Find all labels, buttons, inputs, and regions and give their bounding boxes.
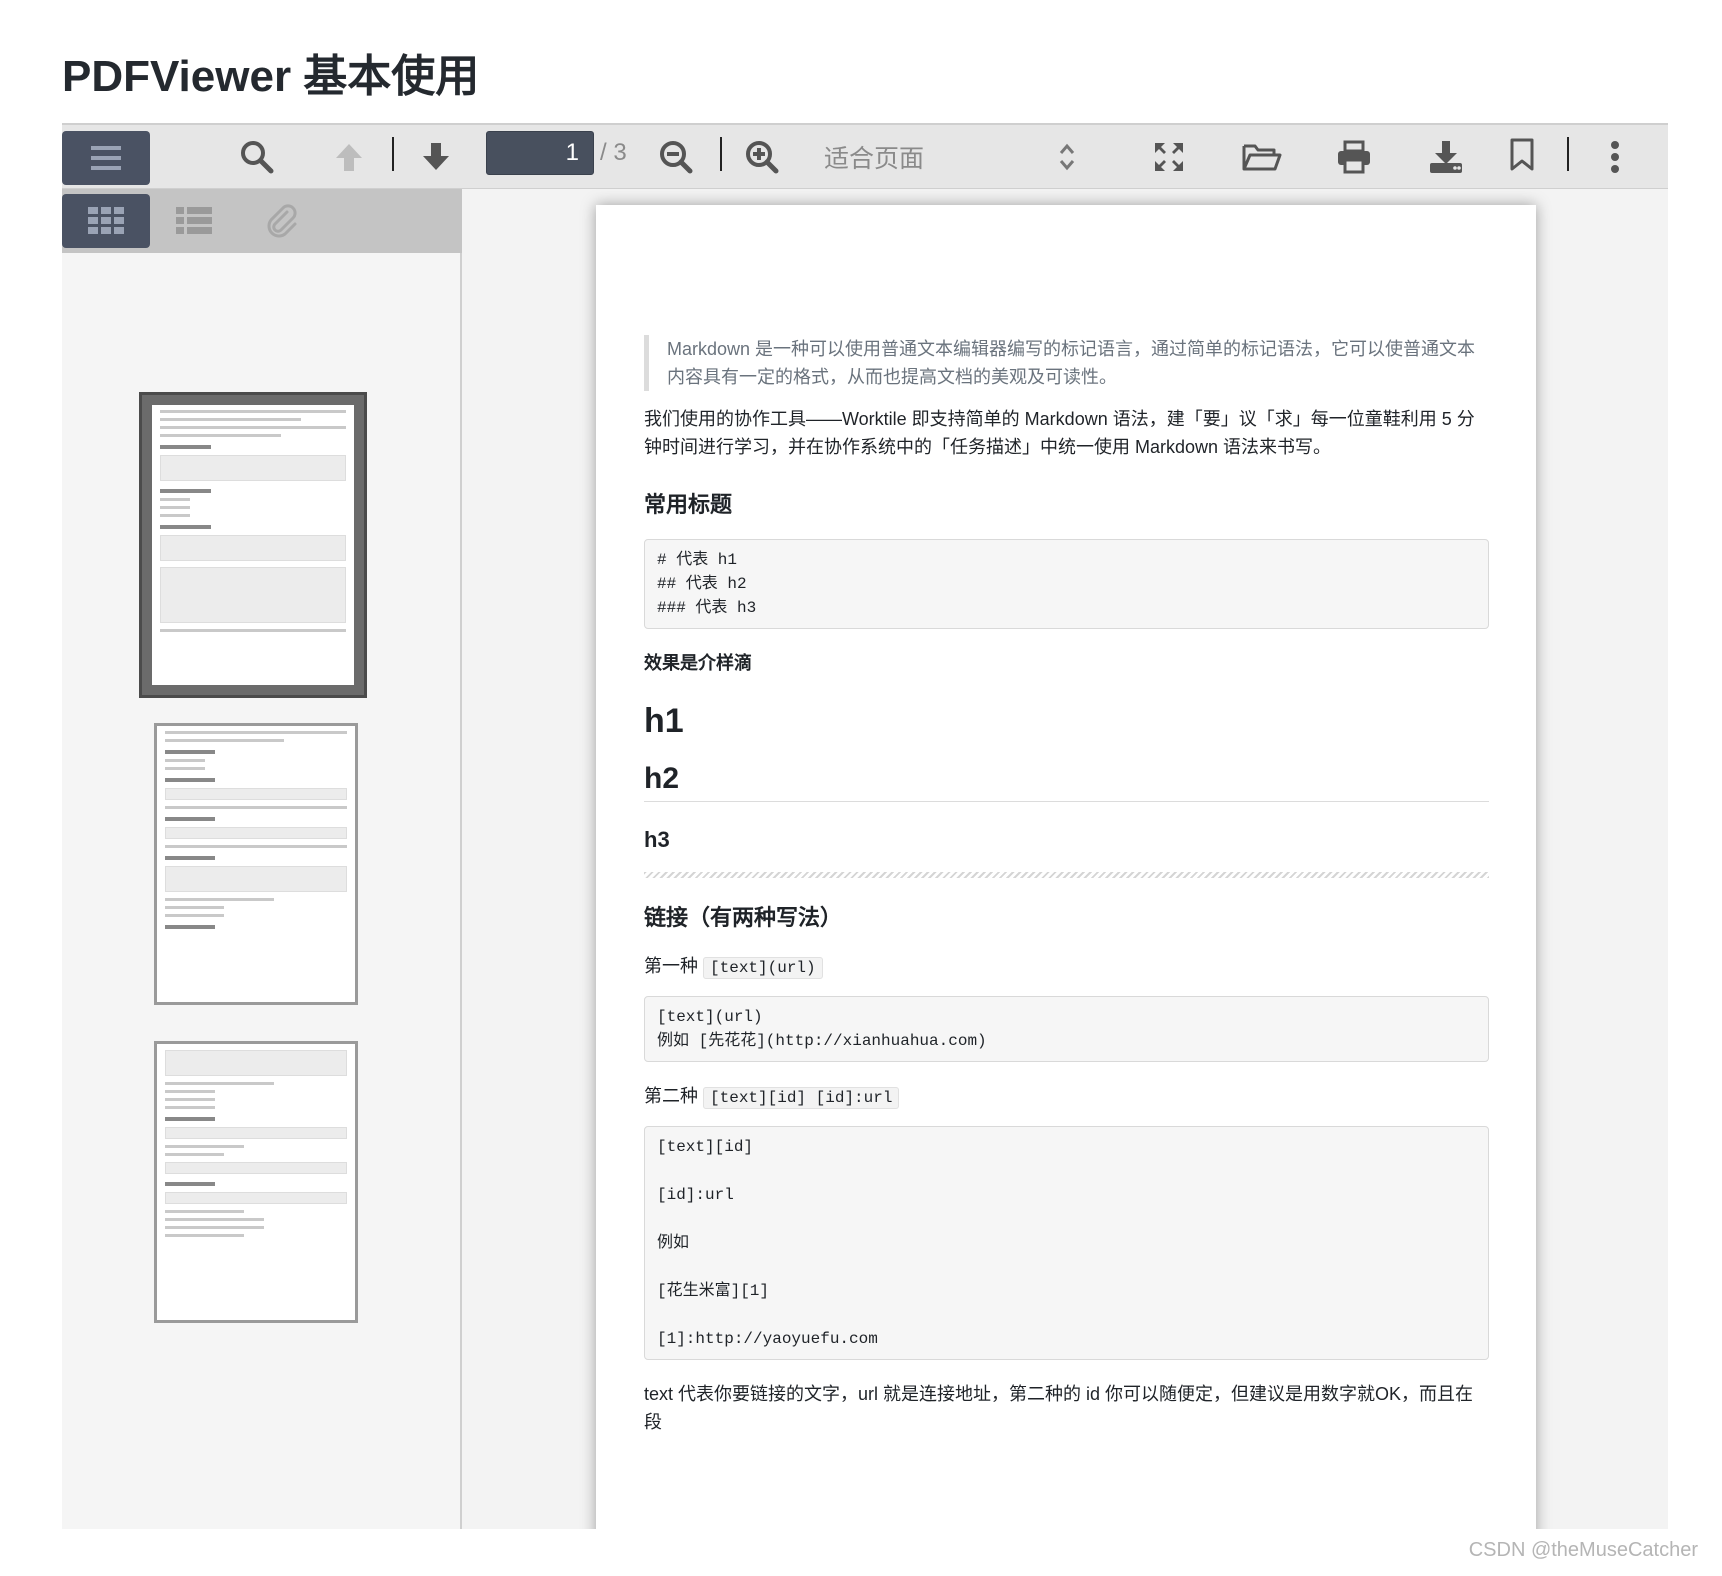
code-block-link-1: [text](url) 例如 [先花花](http://xianhuahua.c… xyxy=(644,996,1489,1062)
printer-icon xyxy=(1338,140,1370,174)
bookmark-button[interactable] xyxy=(1502,133,1542,177)
open-file-button[interactable] xyxy=(1240,135,1284,179)
page-count: / 3 xyxy=(600,139,627,166)
zoom-select[interactable]: 适合页面 xyxy=(824,139,924,175)
sidebar-tabs xyxy=(62,189,462,253)
thumbnails-grid-icon xyxy=(88,207,124,234)
watermark: CSDN @theMuseCatcher xyxy=(1468,1539,1698,1561)
page-title: PDFViewer 基本使用 xyxy=(62,52,480,101)
presentation-mode-button[interactable] xyxy=(1147,135,1191,179)
section-heading-titles: 常用标题 xyxy=(644,492,733,517)
next-page-button[interactable] xyxy=(414,135,458,179)
zoom-in-icon xyxy=(746,141,779,174)
effect-label: 效果是介样滴 xyxy=(644,653,752,673)
paperclip-icon xyxy=(267,204,297,238)
tab-attachments[interactable] xyxy=(238,194,326,248)
link-method-2: 第二种 [text][id] [id]:url xyxy=(644,1082,1489,1112)
code-block-headings: # 代表 h1 ## 代表 h2 ### 代表 h3 xyxy=(644,539,1489,629)
chevron-up-down-icon xyxy=(1059,143,1075,171)
zoom-dropdown-button[interactable] xyxy=(1052,137,1082,177)
outline-list-icon xyxy=(176,207,212,234)
link-method-1: 第一种 [text](url) xyxy=(644,952,1489,982)
page-thumbnail-2[interactable] xyxy=(154,723,358,1005)
sample-h3: h3 xyxy=(644,827,670,852)
folder-open-icon xyxy=(1242,144,1282,171)
search-icon xyxy=(241,141,274,174)
page-content: Markdown 是一种可以使用普通文本编辑器编写的标记语言，通过简单的标记语法… xyxy=(644,335,1489,1450)
section-heading-links: 链接（有两种写法） xyxy=(644,905,843,930)
toolbar-separator xyxy=(392,137,394,171)
code-block-link-2: [text][id] [id]:url 例如 [花生米富][1] [1]:htt… xyxy=(644,1126,1489,1360)
link-method-1-label: 第一种 xyxy=(644,956,698,976)
inline-code: [text][id] [id]:url xyxy=(703,1087,900,1109)
toolbar: / 3 适合页面 xyxy=(62,123,1668,189)
tab-thumbnails[interactable] xyxy=(62,194,150,248)
toolbar-separator xyxy=(1567,137,1569,171)
pdf-viewer: / 3 适合页面 xyxy=(62,123,1668,1529)
page-thumbnail-3[interactable] xyxy=(154,1041,358,1323)
horizontal-rule xyxy=(644,872,1489,878)
download-icon xyxy=(1430,141,1462,173)
toolbar-separator xyxy=(720,137,722,171)
page-thumbnail-1[interactable] xyxy=(139,392,367,698)
arrow-down-icon xyxy=(423,143,449,170)
document-view[interactable]: Markdown 是一种可以使用普通文本编辑器编写的标记语言，通过简单的标记语法… xyxy=(462,189,1668,1529)
pdf-page: Markdown 是一种可以使用普通文本编辑器编写的标记语言，通过简单的标记语法… xyxy=(596,205,1536,1529)
page-number-input[interactable] xyxy=(486,131,594,175)
sample-h1: h1 xyxy=(644,702,684,740)
sample-h2: h2 xyxy=(644,764,1489,802)
arrow-up-icon xyxy=(336,144,362,171)
sidebar-toggle-button[interactable] xyxy=(62,131,150,185)
fullscreen-icon xyxy=(1155,143,1183,171)
bookmark-icon xyxy=(1510,138,1534,171)
intro-paragraph: 我们使用的协作工具——Worktile 即支持简单的 Markdown 语法，建… xyxy=(644,409,1475,457)
previous-page-button[interactable] xyxy=(327,135,371,179)
zoom-out-icon xyxy=(660,141,693,174)
thumbnail-sidebar xyxy=(62,253,462,1529)
zoom-out-button[interactable] xyxy=(654,135,698,179)
hamburger-icon xyxy=(91,146,121,170)
vertical-ellipsis-icon xyxy=(1611,141,1619,173)
print-button[interactable] xyxy=(1332,135,1376,179)
inline-code: [text](url) xyxy=(703,957,823,979)
more-tools-button[interactable] xyxy=(1600,135,1630,179)
tab-outline[interactable] xyxy=(150,194,238,248)
search-button[interactable] xyxy=(232,135,282,179)
blockquote: Markdown 是一种可以使用普通文本编辑器编写的标记语言，通过简单的标记语法… xyxy=(644,335,1489,391)
link-method-2-label: 第二种 xyxy=(644,1086,698,1106)
closing-paragraph: text 代表你要链接的文字，url 就是连接地址，第二种的 id 你可以随便定… xyxy=(644,1384,1474,1432)
zoom-in-button[interactable] xyxy=(740,135,784,179)
download-button[interactable] xyxy=(1424,135,1468,179)
